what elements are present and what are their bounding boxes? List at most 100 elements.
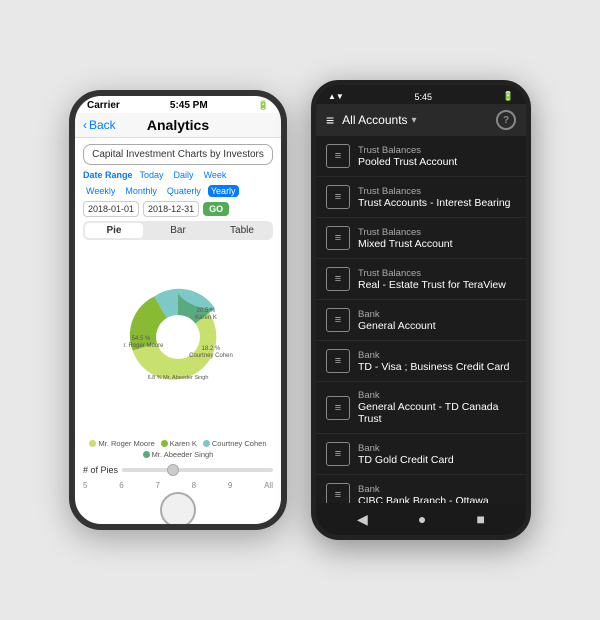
ios-home-indicator bbox=[75, 496, 281, 524]
help-icon[interactable]: ? bbox=[496, 110, 516, 130]
legend-dot-roger bbox=[89, 440, 96, 447]
hamburger-icon[interactable]: ≡ bbox=[326, 112, 334, 128]
legend-label-courtney: Courtney Cohen bbox=[212, 439, 267, 448]
go-button[interactable]: GO bbox=[203, 202, 229, 216]
account-icon: ≡ bbox=[326, 267, 350, 291]
android-volume-button[interactable] bbox=[530, 209, 531, 233]
legend-karen: Karen K bbox=[161, 439, 197, 448]
legend-dot-courtney bbox=[203, 440, 210, 447]
legend-dot-karen bbox=[161, 440, 168, 447]
pie-tab[interactable]: Pie bbox=[85, 223, 143, 238]
account-icon: ≡ bbox=[326, 144, 350, 168]
slider-row: # of Pies bbox=[83, 463, 273, 477]
date-range-row: Date Range Today Daily Week bbox=[83, 169, 273, 181]
label-courtney-name: Courtney Cohen bbox=[189, 353, 233, 359]
pie-legend: Mr. Roger Moore Karen K Courtney Cohen M… bbox=[83, 439, 273, 459]
android-header: ≡ All Accounts ▾ ? bbox=[316, 104, 526, 136]
ios-power-button[interactable] bbox=[285, 186, 287, 226]
account-icon: ≡ bbox=[326, 483, 350, 503]
android-battery: 🔋 bbox=[503, 91, 514, 102]
ios-screen: Carrier 5:45 PM 🔋 ‹ Back Analytics Capit… bbox=[75, 96, 281, 524]
legend-dot-abeeder bbox=[143, 451, 150, 458]
yearly-button[interactable]: Yearly bbox=[208, 185, 239, 197]
pie-chart: 54.5 % Mr. Roger Moore 20.5 % Karen K 18… bbox=[123, 282, 233, 392]
android-account-list: ≡ Trust Balances Pooled Trust Account ≡ … bbox=[316, 136, 526, 503]
table-tab[interactable]: Table bbox=[213, 223, 271, 238]
slider-label: # of Pies bbox=[83, 465, 118, 475]
android-power-button[interactable] bbox=[530, 165, 531, 201]
list-item[interactable]: ≡ Bank General Account bbox=[316, 300, 526, 341]
android-nav-bar: ◀ ● ■ bbox=[316, 503, 526, 535]
list-item[interactable]: ≡ Bank General Account - TD Canada Trust bbox=[316, 382, 526, 434]
label-karen: 20.5 % bbox=[197, 308, 216, 314]
account-text: Bank TD Gold Credit Card bbox=[358, 443, 454, 466]
legend-label-abeeder: Mr. Abeeder Singh bbox=[152, 450, 214, 459]
chevron-down-icon: ▾ bbox=[412, 115, 417, 126]
account-text: Trust Balances Mixed Trust Account bbox=[358, 227, 453, 250]
list-item[interactable]: ≡ Trust Balances Real - Estate Trust for… bbox=[316, 259, 526, 300]
ios-volume-button[interactable] bbox=[69, 202, 71, 230]
android-signal: ▲▼ bbox=[328, 92, 344, 101]
carrier-label: Carrier bbox=[87, 100, 120, 111]
account-text: Trust Balances Real - Estate Trust for T… bbox=[358, 268, 506, 291]
list-item[interactable]: ≡ Bank TD - Visa ; Business Credit Card bbox=[316, 341, 526, 382]
legend-label-karen: Karen K bbox=[170, 439, 197, 448]
monthly-button[interactable]: Monthly bbox=[122, 185, 160, 197]
date-from-input[interactable]: 2018-01-01 bbox=[83, 201, 139, 217]
account-icon: ≡ bbox=[326, 308, 350, 332]
label-karen-name: Karen K bbox=[195, 315, 217, 321]
android-time: 5:45 bbox=[415, 92, 433, 102]
account-icon: ≡ bbox=[326, 396, 350, 420]
back-nav-button[interactable]: ◀ bbox=[357, 511, 368, 528]
account-text: Trust Balances Trust Accounts - Interest… bbox=[358, 186, 511, 209]
list-item[interactable]: ≡ Trust Balances Mixed Trust Account bbox=[316, 218, 526, 259]
quaterly-button[interactable]: Quaterly bbox=[164, 185, 204, 197]
legend-label-roger: Mr. Roger Moore bbox=[98, 439, 154, 448]
ios-content: Capital Investment Charts by Investors D… bbox=[75, 138, 281, 496]
period-row: Weekly Monthly Quaterly Yearly bbox=[83, 185, 273, 197]
ios-status-bar: Carrier 5:45 PM 🔋 bbox=[75, 96, 281, 113]
account-text: Trust Balances Pooled Trust Account bbox=[358, 145, 457, 168]
list-item[interactable]: ≡ Bank TD Gold Credit Card bbox=[316, 434, 526, 475]
bar-tab[interactable]: Bar bbox=[149, 223, 207, 238]
ios-nav-bar: ‹ Back Analytics bbox=[75, 113, 281, 138]
ios-phone: Carrier 5:45 PM 🔋 ‹ Back Analytics Capit… bbox=[69, 90, 287, 530]
label-roger-name: Mr. Roger Moore bbox=[123, 343, 164, 349]
list-item[interactable]: ≡ Trust Balances Trust Accounts - Intere… bbox=[316, 177, 526, 218]
weekly-button[interactable]: Weekly bbox=[83, 185, 118, 197]
slider-thumb[interactable] bbox=[167, 464, 179, 476]
account-icon: ≡ bbox=[326, 185, 350, 209]
date-to-input[interactable]: 2018-12-31 bbox=[143, 201, 199, 217]
android-screen: ▲▼ 5:45 🔋 ≡ All Accounts ▾ ? ≡ Trust Bal… bbox=[316, 85, 526, 535]
home-button[interactable] bbox=[160, 492, 196, 524]
android-phone: ▲▼ 5:45 🔋 ≡ All Accounts ▾ ? ≡ Trust Bal… bbox=[311, 80, 531, 540]
label-roger: 54.5 % bbox=[132, 336, 151, 342]
help-label: ? bbox=[503, 115, 509, 126]
back-chevron-icon: ‹ bbox=[83, 118, 87, 132]
today-button[interactable]: Today bbox=[137, 169, 167, 181]
pie-chart-container: 54.5 % Mr. Roger Moore 20.5 % Karen K 18… bbox=[83, 244, 273, 435]
label-courtney: 18.2 % bbox=[202, 346, 221, 352]
android-status-right: 🔋 bbox=[503, 91, 514, 102]
legend-courtney: Courtney Cohen bbox=[203, 439, 267, 448]
week-button[interactable]: Week bbox=[201, 169, 230, 181]
back-label: Back bbox=[89, 118, 116, 132]
list-item[interactable]: ≡ Trust Balances Pooled Trust Account bbox=[316, 136, 526, 177]
account-text: Bank TD - Visa ; Business Credit Card bbox=[358, 350, 510, 373]
recents-nav-button[interactable]: ■ bbox=[476, 511, 484, 527]
back-button[interactable]: ‹ Back bbox=[83, 118, 116, 132]
account-text: Bank General Account bbox=[358, 309, 436, 332]
battery-icon: 🔋 bbox=[258, 100, 269, 111]
date-range-label: Date Range bbox=[83, 170, 133, 180]
home-nav-button[interactable]: ● bbox=[418, 511, 426, 527]
ios-mute-button[interactable] bbox=[69, 166, 71, 194]
list-item[interactable]: ≡ Bank CIBC Bank Branch - Ottawa bbox=[316, 475, 526, 503]
slider-numbers: 5 6 7 8 9 All bbox=[83, 481, 273, 490]
accounts-dropdown[interactable]: All Accounts ▾ bbox=[342, 113, 488, 127]
ios-time: 5:45 PM bbox=[170, 100, 208, 111]
account-icon: ≡ bbox=[326, 226, 350, 250]
daily-button[interactable]: Daily bbox=[171, 169, 197, 181]
analytics-title: Analytics bbox=[147, 117, 209, 133]
pies-slider[interactable] bbox=[122, 468, 273, 472]
chart-selector-button[interactable]: Capital Investment Charts by Investors bbox=[83, 144, 273, 165]
